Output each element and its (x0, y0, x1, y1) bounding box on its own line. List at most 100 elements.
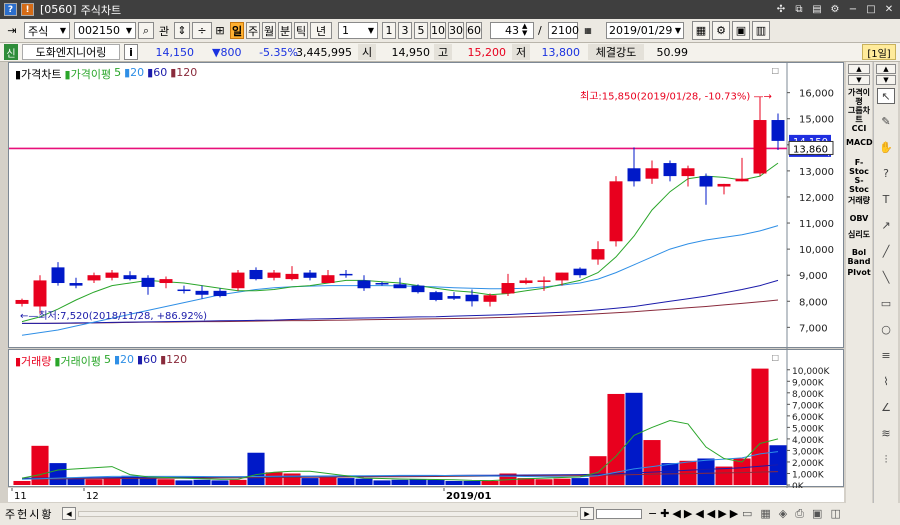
chart-type-button[interactable]: ▦ (692, 21, 710, 40)
tab-ju[interactable]: 주 (4, 506, 16, 522)
volume-tick-label: 2,000K (792, 459, 825, 469)
drawing-tool-icon[interactable]: T (877, 192, 895, 208)
drawing-tool-icon[interactable]: ↖ (877, 88, 895, 104)
price-chart-canvas[interactable]: 7,000 8,000 9,000 10,000 11,000 12,000 13,000 1… (9, 63, 845, 349)
indicator-item[interactable]: S-Stoc (846, 176, 872, 194)
drawing-tool-icon[interactable]: ↗ (877, 218, 895, 234)
price-tick-label: 8,000 (799, 297, 828, 308)
compare-button[interactable]: ⇕ (174, 22, 190, 39)
period-month-button[interactable]: 월 (262, 22, 276, 39)
candle-body (51, 267, 65, 284)
period-day-button[interactable]: 일 (230, 22, 244, 39)
strength-label: 체결강도 (588, 44, 644, 60)
indicator-item[interactable]: 심리도 (846, 230, 872, 239)
minute-5-button[interactable]: 5 (414, 22, 428, 39)
indicator-item[interactable]: 거래량 (846, 196, 872, 205)
minute-60-button[interactable]: 60 (466, 22, 482, 39)
price-chart-panel[interactable]: ▮가격차트 ▮가격이평 5 ▮20 ▮60 ▮120 7,000 8,000 9,000 10,… (8, 62, 845, 349)
price-tick-label: 11,000 (799, 219, 834, 230)
maximize-icon[interactable]: □ (864, 2, 878, 16)
display-count-input[interactable]: 43 (490, 22, 534, 39)
drawing-tool-icon[interactable]: ⫶ (877, 452, 895, 468)
stock-code-input[interactable]: 002150 ▼ (74, 22, 136, 39)
drawing-tool-icon[interactable]: ≋ (877, 426, 895, 442)
drawing-tool-icon[interactable]: ≡ (877, 348, 895, 364)
link-arrow-icon[interactable]: ⇥ (4, 22, 20, 39)
tab-heon[interactable]: 헌 (16, 506, 28, 522)
print-icon[interactable]: ▤ (810, 2, 824, 16)
total-count-input[interactable]: 2100 (548, 22, 579, 39)
layout-button[interactable]: ▥ (752, 21, 770, 40)
drawing-tool-icon[interactable]: ╲ (877, 270, 895, 286)
period-minute-button[interactable]: 분 (278, 22, 292, 39)
volume-tick-label: 3,000K (792, 447, 825, 457)
scrollbar-track[interactable] (78, 511, 578, 517)
scroll-up-icon[interactable]: ▲ (848, 64, 870, 74)
indicator-item[interactable]: MACD (846, 138, 873, 147)
indicator-item[interactable]: 그룹차트 (846, 106, 872, 124)
panel-close-icon[interactable]: □ (771, 66, 779, 75)
scroll-left-icon[interactable]: ◀ (62, 507, 76, 520)
market-select[interactable]: 주식 ▼ (24, 22, 70, 39)
settings-icon[interactable]: ⚙ (828, 2, 842, 16)
scroll-down-icon[interactable]: ▼ (876, 75, 896, 85)
indicator-item[interactable]: CCI (846, 124, 872, 133)
chart-setting-button[interactable]: ⚙ (712, 21, 730, 40)
minute-30-button[interactable]: 30 (448, 22, 464, 39)
volume-chart-canvas[interactable]: 0K1,000K2,000K3,000K4,000K5,000K6,000K7,… (9, 350, 845, 488)
watchlist-button[interactable]: 관 (156, 22, 172, 39)
period-tick-button[interactable]: 틱 (294, 22, 308, 39)
indicator-item[interactable]: OBV (846, 214, 872, 223)
close-icon[interactable]: ✕ (882, 2, 896, 16)
search-button[interactable]: ⌕ (138, 22, 154, 39)
period-week-button[interactable]: 주 (246, 22, 260, 39)
help-icon[interactable]: ? (4, 3, 17, 16)
indicator-item[interactable]: F-Stoc (846, 158, 872, 176)
multiplier-select[interactable]: 1 ▼ (338, 22, 378, 39)
drawing-tool-icon[interactable]: ▭ (877, 296, 895, 312)
indicator-item[interactable]: Bol Band (846, 248, 872, 266)
scroll-right-icon[interactable]: ▶ (580, 507, 594, 520)
info-button[interactable]: i (124, 44, 138, 60)
panel-close-icon[interactable]: □ (771, 353, 779, 362)
period-year-button[interactable]: 년 (310, 22, 332, 39)
expand-icon[interactable]: ⊞ (214, 22, 226, 39)
scroll-up-icon[interactable]: ▲ (876, 64, 896, 74)
total-count-value: 2100 (551, 24, 579, 37)
drawing-tool-icon[interactable]: ⌇ (877, 374, 895, 390)
drawing-tool-icon[interactable]: ○ (877, 322, 895, 338)
minimize-icon[interactable]: − (846, 2, 860, 16)
indicator-item[interactable]: 가격이평 (846, 88, 872, 106)
minute-10-button[interactable]: 10 (430, 22, 446, 39)
zoom-controls[interactable]: −✚◀▶◀◀▶▶ (648, 507, 741, 520)
alert-icon[interactable]: ! (21, 3, 34, 16)
high-price: 15,200 (467, 45, 507, 59)
drawing-tool-icon[interactable]: ╱ (877, 244, 895, 260)
calendar-icon[interactable]: ▦ (578, 22, 598, 39)
zoom-slider[interactable] (596, 509, 642, 519)
scroll-down-icon[interactable]: ▼ (848, 75, 870, 85)
drawing-tool-icon[interactable]: ∠ (877, 400, 895, 416)
candle-body (501, 283, 515, 294)
count-spin-icon[interactable]: ▲ ▼ (522, 23, 527, 37)
date-value: 2019/01/29 (609, 24, 673, 37)
tab-hwang[interactable]: 황 (40, 506, 52, 522)
view-icons[interactable]: ▭▦◈⎙▣◫ (742, 507, 849, 521)
volume-bar (481, 480, 499, 485)
minute-1-button[interactable]: 1 (382, 22, 396, 39)
drawing-tool-icon[interactable]: ✋ (877, 140, 895, 156)
tab-si[interactable]: 시 (28, 506, 40, 522)
date-input[interactable]: 2019/01/29 ▼ (606, 22, 684, 39)
minute-3-button[interactable]: 3 (398, 22, 412, 39)
volume-chart-panel[interactable]: ▮거래량 ▮거래이평 5 ▮20 ▮60 ▮120 0K 1,000K 2,000K 3,000… (8, 349, 845, 488)
link-icon[interactable]: ⧉ (792, 2, 806, 16)
drawing-tool-icon[interactable]: ✎ (877, 114, 895, 130)
stepper-button[interactable]: ÷ (192, 22, 212, 39)
save-button[interactable]: ▣ (732, 21, 750, 40)
volume-bar (337, 478, 355, 485)
indicator-item[interactable]: PIvot (846, 268, 872, 277)
pin-icon[interactable]: ✣ (774, 2, 788, 16)
market-value: 주식 (28, 24, 49, 38)
volume-bar (283, 473, 301, 485)
drawing-tool-icon[interactable]: ? (877, 166, 895, 182)
